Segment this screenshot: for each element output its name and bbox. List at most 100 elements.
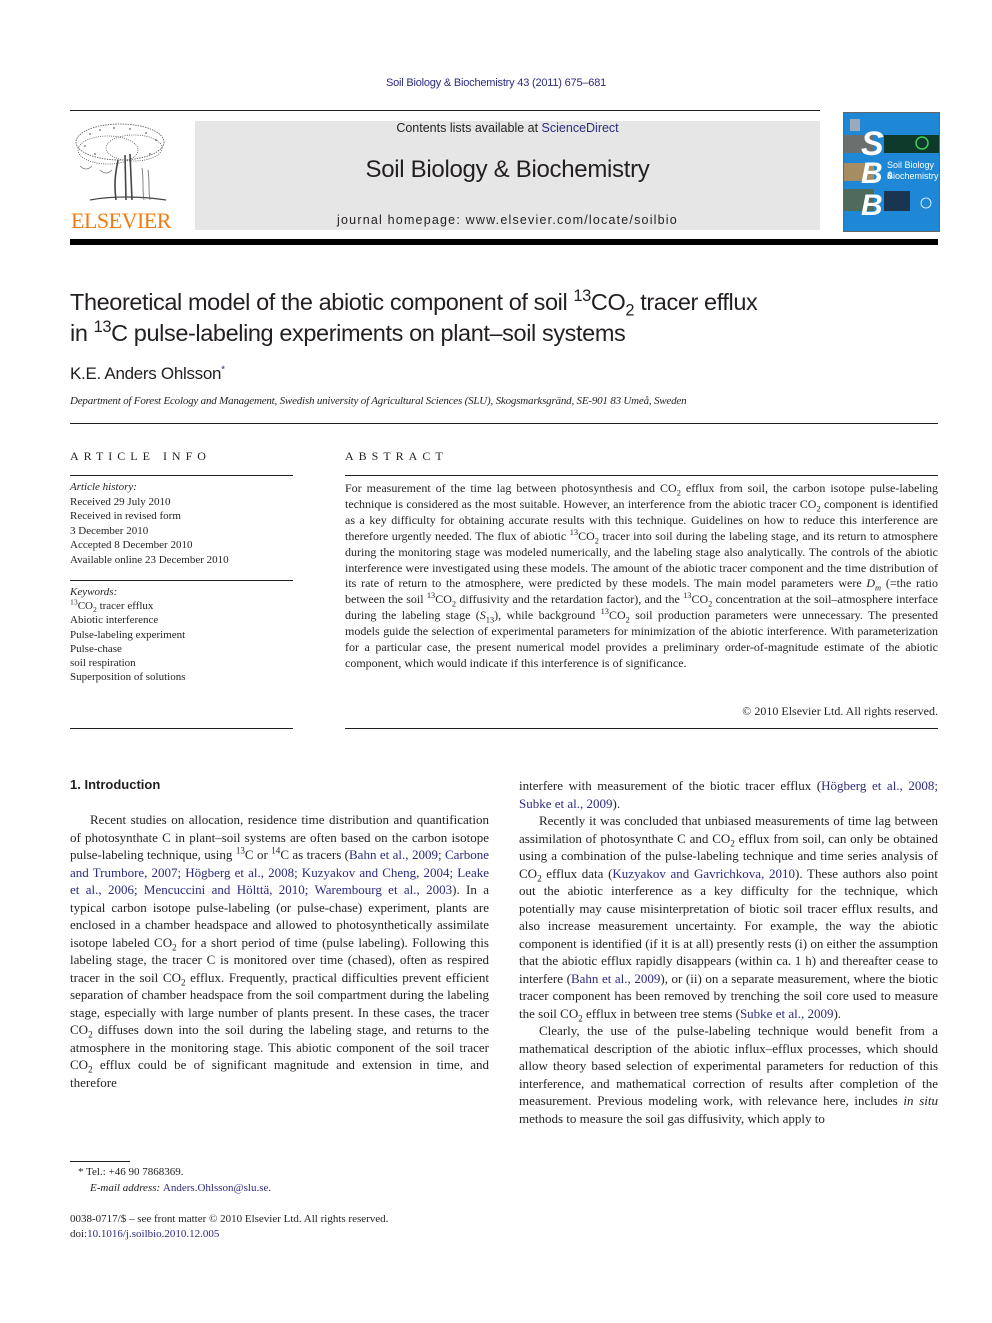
journal-citation[interactable]: Soil Biology & Biochemistry 43 (2011) 67… [0, 77, 992, 89]
history-item: Available online 23 December 2010 [70, 553, 229, 566]
history-item: Received 29 July 2010 [70, 495, 171, 508]
footnote: * Tel.: +46 90 7868369. E-mail address: … [70, 1165, 271, 1196]
superscript: 14 [271, 845, 281, 856]
keyword-text: tracer efflux [96, 600, 154, 613]
body-text: methods to measure the soil gas diffusiv… [519, 1110, 825, 1126]
cover-letter-b2: B [861, 189, 883, 222]
paragraph: Clearly, the use of the pulse-labeling t… [519, 1022, 938, 1127]
sciencedirect-link[interactable]: ScienceDirect [542, 121, 619, 135]
abstract-body: For measurement of the time lag between … [345, 481, 938, 672]
footnote-divider [70, 1161, 130, 1162]
keyword-item: Pulse-chase [70, 642, 122, 655]
abstract-text: CO [691, 592, 709, 607]
superscript: 13 [600, 607, 609, 617]
abstract-text: For measurement of the time lag between … [345, 481, 677, 495]
title-superscript: 13 [93, 318, 112, 337]
citation-link[interactable]: Subke et al., 2009 [740, 1006, 834, 1021]
article-history: Article history: Received 29 July 2010 R… [70, 480, 229, 567]
keyword-item: soil respiration [70, 657, 136, 670]
contents-line: Contents lists available at ScienceDirec… [195, 121, 820, 135]
cover-title-line2: Biochemistry [887, 171, 939, 181]
superscript: 13 [569, 527, 579, 537]
title-text: in [70, 320, 94, 346]
keyword-superscript: 13 [70, 597, 78, 607]
divider [70, 580, 293, 581]
keyword-item: Superposition of solutions [70, 671, 186, 684]
body-text: efflux could be of significant magnitude… [70, 1057, 489, 1090]
author-affiliation: Department of Forest Ecology and Managem… [70, 395, 687, 407]
title-text: CO [590, 289, 626, 315]
paragraph: Recently it was concluded that unbiased … [519, 812, 938, 1023]
citation-link[interactable]: Bahn et al., 2009 [571, 971, 660, 986]
keyword-item: Pulse-labeling experiment [70, 628, 186, 641]
front-matter: 0038-0717/$ – see front matter © 2010 El… [70, 1212, 388, 1241]
body-text-italic: in situ [903, 1093, 938, 1108]
footnote-tel: * Tel.: +46 90 7868369. [70, 1165, 271, 1181]
doi-label: doi: [70, 1227, 88, 1240]
abstract-text: CO [578, 528, 595, 543]
divider [345, 475, 938, 476]
body-text: C as tracers ( [280, 847, 350, 862]
citation-link[interactable]: Kuzyakov and Gavrichkova, 2010 [612, 866, 795, 881]
divider [70, 110, 820, 111]
title-superscript: 13 [573, 287, 591, 306]
journal-name: Soil Biology & Biochemistry [365, 156, 650, 183]
doi-line: doi:10.1016/j.soilbio.2010.12.005 [70, 1227, 388, 1242]
footnote-email: E-mail address: Anders.Ohlsson@slu.se. [70, 1181, 271, 1197]
body-text: efflux data ( [541, 865, 613, 881]
superscript: 13 [426, 591, 436, 601]
section-heading-introduction: 1. Introduction [70, 777, 161, 792]
header-divider [70, 239, 938, 245]
divider [70, 423, 938, 424]
journal-cover-thumbnail[interactable]: S B B Soil Biology & Biochemistry [843, 112, 940, 232]
divider [70, 475, 293, 476]
article-title: Theoretical model of the abiotic compone… [70, 287, 930, 349]
body-text: efflux in between tree stems ( [582, 1005, 740, 1021]
abstract-text: CO [435, 592, 452, 607]
body-text: Clearly, the use of the pulse-labeling t… [519, 1023, 938, 1108]
paragraph: interfere with measurement of the biotic… [519, 777, 938, 812]
abstract-copyright: © 2010 Elsevier Ltd. All rights reserved… [742, 704, 938, 718]
body-text: ). [833, 1005, 842, 1021]
title-subscript: 2 [625, 301, 635, 320]
email-link[interactable]: Anders.Ohlsson@slu.se [163, 1182, 268, 1194]
history-item: 3 December 2010 [70, 524, 149, 537]
abstract-text: CO [608, 608, 626, 623]
keyword-item: Abiotic interference [70, 614, 159, 627]
abstract-heading: ABSTRACT [345, 449, 448, 463]
corresponding-author-mark[interactable]: * [221, 364, 225, 375]
symbol-dm: D [866, 576, 876, 591]
body-column-right: interfere with measurement of the biotic… [519, 777, 938, 1127]
publisher-wordmark: ELSEVIER [71, 208, 171, 233]
keyword-text: CO [77, 600, 93, 613]
body-text: ). [612, 795, 621, 811]
email-label: E-mail address: [90, 1181, 163, 1194]
author-text: K.E. Anders Ohlsson [70, 364, 222, 383]
issn-line: 0038-0717/$ – see front matter © 2010 El… [70, 1213, 389, 1225]
history-item: Received in revised form [70, 510, 181, 522]
title-text: C pulse-labeling experiments on plant–so… [111, 320, 626, 346]
doi-link[interactable]: 10.1016/j.soilbio.2010.12.005 [87, 1228, 219, 1240]
keyword-item: 13CO2 tracer efflux [70, 597, 186, 614]
body-text: interfere with measurement of the biotic… [519, 778, 822, 793]
journal-banner: Contents lists available at ScienceDirec… [195, 121, 820, 230]
body-text: ). These authors also point out the abio… [519, 865, 938, 986]
contents-prefix: Contents lists available at [396, 121, 542, 135]
history-item: Accepted 8 December 2010 [70, 539, 193, 551]
history-label: Article history: [70, 481, 137, 493]
title-text: tracer efflux [634, 289, 758, 315]
divider [70, 728, 293, 729]
abstract-text: diffusivity and the retardation factor),… [456, 592, 684, 607]
article-info-heading: ARTICLE INFO [70, 449, 211, 463]
cover-letter-b1: B [861, 157, 883, 190]
keywords-list: Keywords: 13CO2 tracer efflux Abiotic in… [70, 585, 186, 684]
superscript: 13 [235, 845, 245, 856]
journal-homepage-link[interactable]: journal homepage: www.elsevier.com/locat… [195, 213, 820, 227]
author-name[interactable]: K.E. Anders Ohlsson* [70, 364, 225, 384]
abstract-text: ), while background [494, 608, 601, 623]
title-text: Theoretical model of the abiotic compone… [70, 289, 574, 315]
divider [345, 728, 938, 729]
keywords-label: Keywords: [70, 586, 118, 598]
footnote-text: Tel.: +46 90 7868369. [83, 1166, 184, 1178]
footnote-text: . [268, 1181, 272, 1194]
